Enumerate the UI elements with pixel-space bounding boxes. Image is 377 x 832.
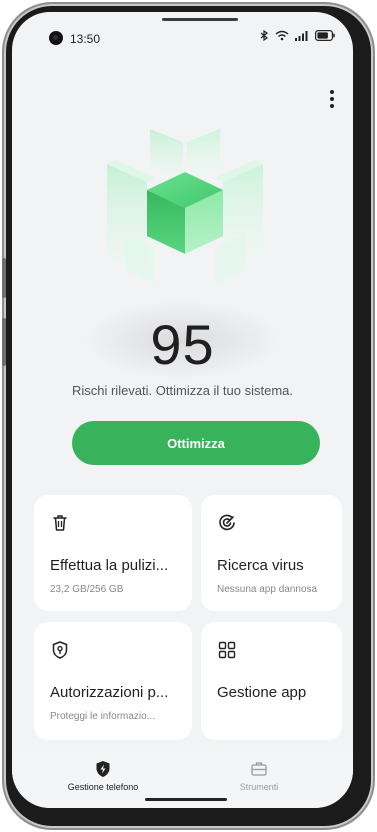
security-cube-illustration [107, 129, 263, 284]
toolbox-icon [251, 762, 267, 776]
status-time: 13:50 [70, 32, 101, 46]
privacy-shield-icon [52, 641, 68, 659]
signal-icon [295, 31, 308, 41]
wifi-icon [275, 30, 289, 41]
status-icons [260, 30, 335, 41]
cleanup-subtitle: 23,2 GB/256 GB [50, 584, 124, 595]
volume-button [2, 258, 6, 298]
front-camera [49, 31, 63, 45]
privacy-permissions-title: Autorizzazioni p... [50, 684, 169, 701]
virus-scan-card[interactable]: Ricerca virus Nessuna app dannosa [201, 495, 342, 611]
bluetooth-icon [260, 30, 269, 41]
battery-icon [315, 30, 335, 41]
nav-phone-manager-label: Gestione telefono [67, 782, 139, 792]
side-button [2, 318, 6, 366]
score-subtitle: Rischi rilevati. Ottimizza il tuo sistem… [71, 383, 294, 398]
phone-manager-icon [96, 761, 110, 777]
screen: 13:50 95 Rischi rilevati. Ottimizza il t… [12, 12, 353, 808]
app-management-card[interactable]: Gestione app [201, 622, 342, 740]
optimize-button[interactable]: Ottimizza [72, 421, 320, 465]
app-grid-icon [218, 641, 236, 659]
more-options-dot [330, 97, 334, 101]
privacy-permissions-subtitle: Proteggi le informazio... [50, 711, 156, 722]
trash-icon [53, 515, 67, 531]
nav-tools-label: Strumenti [239, 782, 279, 792]
cleanup-card[interactable]: Effettua la pulizi... 23,2 GB/256 GB [34, 495, 192, 611]
nav-tools[interactable]: Strumenti [184, 760, 334, 792]
privacy-permissions-card[interactable]: Autorizzazioni p... Proteggi le informaz… [34, 622, 192, 740]
more-options-dot [330, 90, 334, 94]
status-bar: 13:50 [12, 12, 353, 52]
virus-scan-subtitle: Nessuna app dannosa [217, 584, 318, 595]
more-options-button[interactable] [323, 87, 341, 111]
virus-scan-title: Ricerca virus [217, 557, 304, 574]
virus-scan-icon [219, 514, 235, 531]
security-score: 95 [150, 313, 215, 376]
home-indicator[interactable] [145, 798, 227, 801]
more-options-dot [330, 104, 334, 108]
app-management-title: Gestione app [217, 684, 307, 701]
cleanup-title: Effettua la pulizi... [50, 557, 169, 574]
nav-phone-manager[interactable]: Gestione telefono [28, 760, 178, 792]
